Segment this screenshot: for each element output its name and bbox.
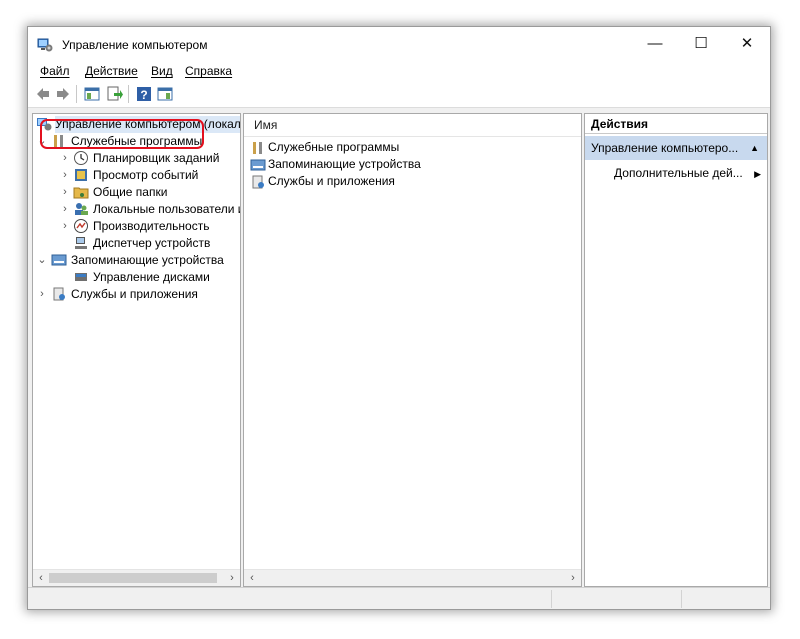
disk-management-icon — [75, 273, 87, 281]
services-icon — [252, 175, 264, 189]
tree-item-device-manager[interactable]: Диспетчер устройств — [33, 235, 240, 252]
status-bar — [28, 587, 770, 609]
column-header-name[interactable]: Имя — [244, 114, 581, 137]
tree-item-event-viewer[interactable]: › Просмотр событий — [33, 167, 240, 184]
window-title: Управление компьютером — [62, 38, 208, 52]
menu-help[interactable]: Справка — [185, 64, 232, 78]
menu-view[interactable]: Вид — [151, 64, 173, 78]
clock-icon — [74, 151, 88, 165]
status-cell — [551, 590, 682, 608]
chevron-right-icon[interactable]: › — [36, 286, 48, 303]
tree-label: Управление дисками — [93, 270, 210, 284]
results-horizontal-scrollbar[interactable]: ‹ › — [244, 569, 581, 586]
more-actions-item[interactable]: Дополнительные дей... ▶ — [614, 162, 761, 184]
chevron-right-icon[interactable]: › — [59, 184, 71, 201]
list-item-label: Служебные программы — [268, 140, 400, 154]
tree-item-storage[interactable]: ⌄ Запоминающие устройства — [33, 252, 240, 269]
properties-icon[interactable] — [156, 85, 174, 103]
scroll-left-icon[interactable]: ‹ — [244, 570, 260, 586]
tree-label: Производительность — [93, 219, 210, 233]
forward-icon[interactable] — [54, 85, 72, 103]
submenu-arrow-icon: ▶ — [754, 169, 761, 179]
tree-item-disk-management[interactable]: Управление дисками — [33, 269, 240, 286]
event-viewer-icon — [75, 169, 87, 181]
status-cell — [681, 590, 770, 608]
list-item-label: Запоминающие устройства — [268, 157, 421, 171]
actions-section-computer-management[interactable]: Управление компьютеро... ▲ — [585, 136, 767, 160]
svg-text:?: ? — [140, 88, 147, 102]
chevron-right-icon[interactable]: › — [59, 218, 71, 235]
scroll-right-icon[interactable]: › — [224, 570, 240, 586]
computer-management-window: Управление компьютером — ☐ ✕ Файл Действ… — [27, 26, 771, 610]
menu-file[interactable]: Файл — [40, 64, 70, 78]
export-list-icon[interactable] — [106, 85, 124, 103]
tree-item-local-users[interactable]: › Локальные пользователи и — [33, 201, 240, 218]
tree-label: Просмотр событий — [93, 168, 199, 182]
toolbar: ? — [28, 81, 770, 108]
performance-icon — [74, 219, 88, 233]
device-manager-icon — [75, 237, 87, 249]
tree-label: Локальные пользователи и — [93, 202, 241, 216]
tree-item-task-scheduler[interactable]: › Планировщик заданий — [33, 150, 240, 167]
back-icon[interactable] — [34, 85, 52, 103]
scroll-left-icon[interactable]: ‹ — [33, 570, 49, 586]
minimize-button[interactable]: — — [632, 27, 678, 61]
tools-icon — [253, 142, 262, 154]
services-icon — [53, 287, 65, 301]
toolbar-separator — [128, 85, 129, 103]
maximize-button[interactable]: ☐ — [678, 27, 724, 61]
close-button[interactable]: ✕ — [724, 27, 770, 61]
tree-item-services-apps[interactable]: › Службы и приложения — [33, 286, 240, 303]
toolbar-separator — [76, 85, 77, 103]
results-pane[interactable]: Имя Служебные программы Запоминающие уст… — [243, 113, 582, 587]
more-actions-label: Дополнительные дей... — [614, 166, 743, 180]
tree-label: Диспетчер устройств — [93, 236, 211, 250]
tree-item-performance[interactable]: › Производительность — [33, 218, 240, 235]
chevron-right-icon[interactable]: › — [59, 201, 71, 218]
highlight-annotation — [40, 119, 204, 149]
shared-folder-icon — [73, 187, 89, 199]
chevron-down-icon[interactable]: ⌄ — [36, 252, 48, 269]
scroll-thumb[interactable] — [49, 573, 217, 583]
tree-label: Службы и приложения — [71, 287, 198, 301]
storage-icon — [51, 254, 67, 266]
show-hide-tree-icon[interactable] — [83, 85, 101, 103]
chevron-right-icon[interactable]: › — [59, 150, 71, 167]
collapse-up-icon[interactable]: ▲ — [750, 136, 759, 160]
tree-label: Запоминающие устройства — [71, 253, 224, 267]
actions-section-label: Управление компьютеро... — [591, 141, 739, 155]
menu-action[interactable]: Действие — [85, 64, 138, 78]
users-icon — [75, 203, 88, 215]
tree-item-shared-folders[interactable]: › Общие папки — [33, 184, 240, 201]
menu-bar: Файл Действие Вид Справка — [28, 61, 770, 81]
tree-label: Общие папки — [93, 185, 168, 199]
list-item-label: Службы и приложения — [268, 174, 395, 188]
chevron-right-icon[interactable]: › — [59, 167, 71, 184]
tree-label: Планировщик заданий — [93, 151, 220, 165]
tree-horizontal-scrollbar[interactable]: ‹ › — [33, 569, 240, 586]
computer-management-icon — [37, 38, 53, 52]
help-icon[interactable]: ? — [135, 85, 153, 103]
actions-header: Действия — [585, 114, 767, 134]
storage-icon — [250, 159, 266, 171]
scroll-right-icon[interactable]: › — [565, 570, 581, 586]
title-bar: Управление компьютером — ☐ ✕ — [28, 27, 770, 61]
console-tree-pane[interactable]: Управление компьютером (локал ⌄ Служебны… — [32, 113, 241, 587]
actions-pane: Действия Управление компьютеро... ▲ Допо… — [584, 113, 768, 587]
